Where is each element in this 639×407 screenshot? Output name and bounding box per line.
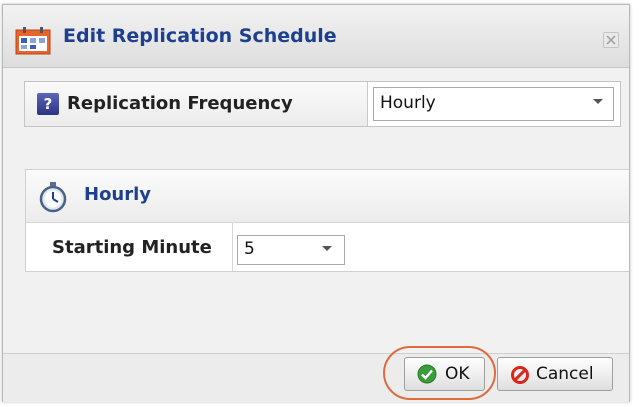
starting-minute-label: Starting Minute — [52, 237, 212, 258]
dialog-title: Edit Replication Schedule — [63, 25, 337, 47]
hourly-panel-header: Hourly — [26, 170, 629, 223]
cancel-icon — [511, 366, 529, 384]
close-icon — [606, 35, 616, 45]
stopwatch-icon — [39, 182, 67, 213]
starting-minute-divider — [232, 222, 233, 272]
chevron-down-icon — [593, 99, 603, 104]
hourly-panel: Hourly Starting Minute 5 — [25, 169, 629, 272]
chevron-down-icon — [322, 246, 332, 251]
schedule-calendar-icon — [15, 27, 51, 55]
replication-frequency-row: ? Replication Frequency Hourly — [24, 81, 621, 127]
starting-minute-value: 5 — [244, 239, 255, 259]
close-button[interactable] — [603, 32, 619, 48]
dialog-titlebar: Edit Replication Schedule — [3, 5, 629, 68]
replication-frequency-select[interactable]: Hourly — [373, 87, 614, 121]
hourly-panel-title: Hourly — [84, 184, 152, 205]
cancel-button[interactable]: Cancel — [497, 357, 613, 391]
edit-replication-schedule-dialog: Edit Replication Schedule ? Replication … — [2, 4, 630, 402]
cancel-button-label: Cancel — [536, 364, 594, 384]
ok-button-highlight — [383, 346, 496, 400]
help-icon[interactable]: ? — [37, 93, 59, 115]
replication-frequency-label: Replication Frequency — [67, 93, 293, 114]
starting-minute-select[interactable]: 5 — [237, 235, 345, 265]
replication-frequency-value: Hourly — [380, 93, 436, 113]
replication-frequency-label-cell: ? Replication Frequency — [25, 82, 368, 126]
